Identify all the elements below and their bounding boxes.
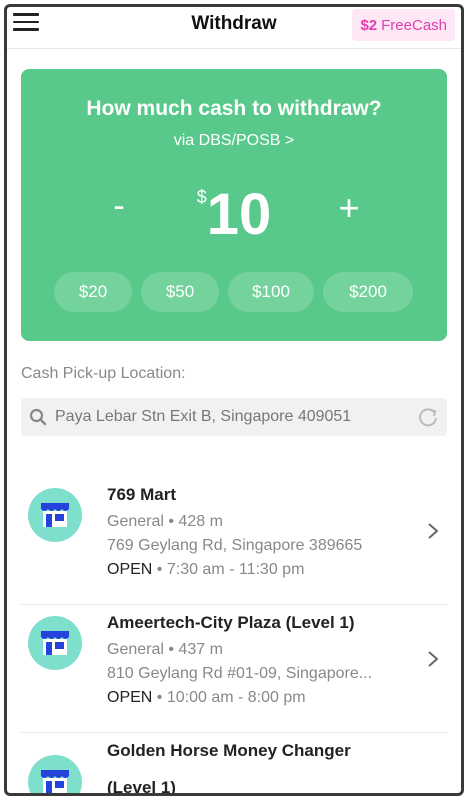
- status-badge: OPEN: [107, 561, 153, 578]
- freecash-label: FreeCash: [381, 16, 447, 34]
- chevron-right-icon[interactable]: [427, 522, 439, 540]
- store-icon: [28, 755, 82, 793]
- increase-amount-button[interactable]: +: [329, 187, 369, 229]
- preset-amounts: $20 $50 $100 $200: [54, 272, 413, 312]
- app-frame: Withdraw $2 FreeCash How much cash to wi…: [4, 4, 464, 796]
- currency-symbol: $: [196, 187, 207, 207]
- store-hours: OPEN • 10:00 am - 8:00 pm: [107, 689, 306, 706]
- store-name: 769 Mart: [107, 485, 176, 504]
- withdraw-amount-card: How much cash to withdraw? via DBS/POSB …: [21, 69, 447, 341]
- header: Withdraw $2 FreeCash: [7, 7, 461, 49]
- refresh-icon[interactable]: [417, 406, 439, 428]
- preset-20-button[interactable]: $20: [54, 272, 132, 312]
- store-list-item[interactable]: Golden Horse Money Changer (Level 1): [21, 733, 447, 796]
- store-address: 810 Geylang Rd #01-09, Singapore...: [107, 665, 373, 682]
- store-icon: [28, 488, 82, 542]
- withdraw-question: How much cash to withdraw?: [86, 97, 382, 120]
- store-category-distance: General • 428 m: [107, 513, 223, 530]
- store-list-item[interactable]: Ameertech-City Plaza (Level 1) General •…: [21, 605, 447, 733]
- pickup-location-label: Cash Pick-up Location:: [21, 365, 186, 382]
- preset-100-button[interactable]: $100: [228, 272, 314, 312]
- amount-value: 10: [206, 182, 272, 247]
- store-name: Golden Horse Money Changer: [107, 741, 351, 760]
- status-badge: OPEN: [107, 689, 153, 706]
- store-hours: OPEN • 7:30 am - 11:30 pm: [107, 561, 305, 578]
- store-address: 769 Geylang Rd, Singapore 389665: [107, 537, 363, 554]
- store-category-distance: General • 437 m: [107, 641, 223, 658]
- bank-selector-link[interactable]: via DBS/POSB >: [21, 132, 447, 150]
- preset-200-button[interactable]: $200: [323, 272, 413, 312]
- preset-50-button[interactable]: $50: [141, 272, 219, 312]
- chevron-right-icon[interactable]: [427, 650, 439, 668]
- store-icon: [28, 616, 82, 670]
- freecash-amount: $2: [360, 16, 378, 34]
- location-search-value: Paya Lebar Stn Exit B, Singapore 409051: [55, 408, 352, 425]
- store-list-item[interactable]: 769 Mart General • 428 m 769 Geylang Rd,…: [21, 477, 447, 605]
- location-search-field[interactable]: Paya Lebar Stn Exit B, Singapore 409051: [21, 398, 447, 436]
- freecash-button[interactable]: $2 FreeCash: [352, 9, 455, 41]
- amount-display: $10: [21, 181, 447, 248]
- search-icon: [29, 408, 47, 426]
- store-name: Ameertech-City Plaza (Level 1): [107, 613, 355, 632]
- store-name-continued: (Level 1): [107, 778, 176, 796]
